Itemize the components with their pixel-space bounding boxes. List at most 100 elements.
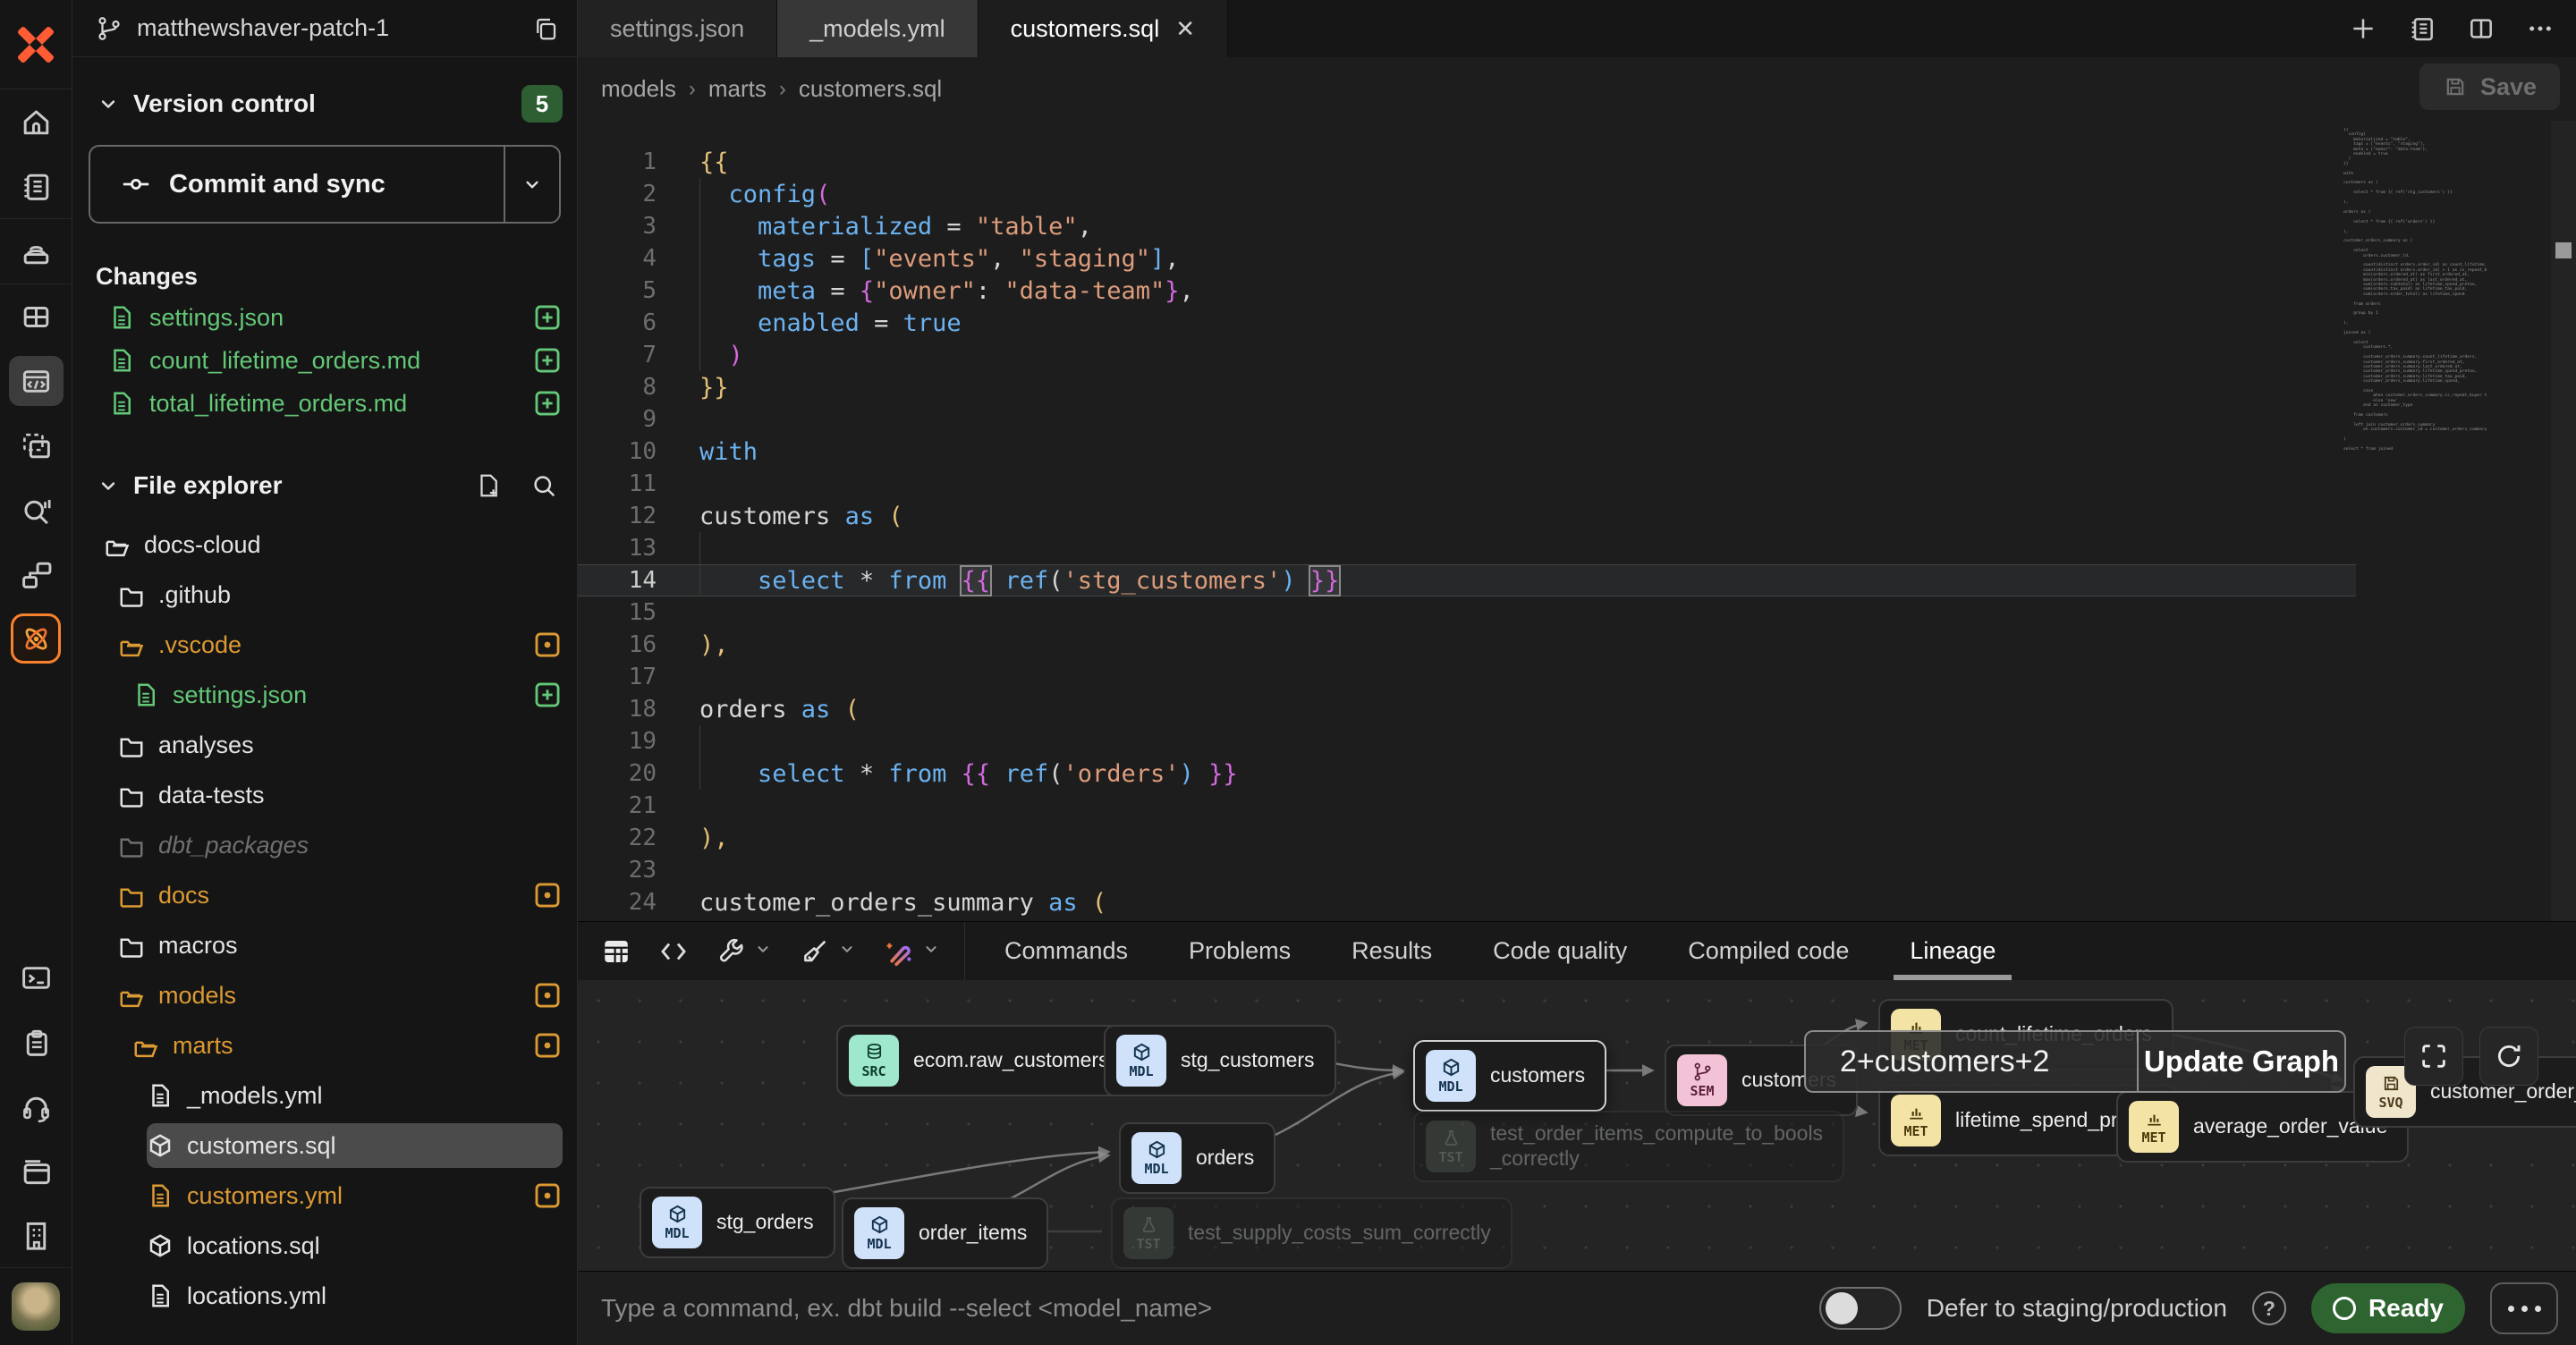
tree-item-locations.yml[interactable]: locations.yml xyxy=(72,1271,577,1321)
home-icon[interactable] xyxy=(0,89,72,154)
code-line-11[interactable]: 11 xyxy=(578,468,2356,500)
chevron-down-icon[interactable] xyxy=(837,939,857,959)
code-preview-icon[interactable] xyxy=(658,936,689,967)
window-select-icon[interactable] xyxy=(0,413,72,478)
tree-item-marts[interactable]: marts xyxy=(72,1020,577,1070)
copilot-atom-icon[interactable] xyxy=(0,606,72,671)
dbt-logo[interactable] xyxy=(0,0,72,89)
panel-tab-Commands[interactable]: Commands xyxy=(974,922,1158,981)
lineage-node-order_items[interactable]: MDLorder_items xyxy=(842,1197,1048,1269)
code-line-24[interactable]: 24customer_orders_summary as ( xyxy=(578,886,2356,918)
version-control-header[interactable]: Version control 5 xyxy=(72,75,577,132)
branch-row[interactable]: matthewshaver-patch-1 xyxy=(72,0,577,57)
update-graph-button[interactable]: Update Graph xyxy=(2137,1032,2344,1091)
flow-icon[interactable] xyxy=(0,542,72,606)
code-line-10[interactable]: 10with xyxy=(578,436,2356,468)
file-explorer-header[interactable]: File explorer xyxy=(72,457,577,514)
commit-and-sync-button[interactable]: Commit and sync xyxy=(89,145,561,224)
breadcrumb[interactable]: models›marts›customers.sql xyxy=(601,75,942,103)
help-icon[interactable]: ? xyxy=(2252,1291,2286,1325)
tab-customers.sql[interactable]: customers.sql✕ xyxy=(979,0,1228,57)
changed-file[interactable]: total_lifetime_orders.md xyxy=(72,382,577,425)
results-table-icon[interactable] xyxy=(601,936,631,967)
browser-stack-icon[interactable] xyxy=(0,1138,72,1203)
more-options-icon[interactable] xyxy=(2526,14,2555,43)
copy-icon[interactable] xyxy=(532,15,559,42)
defer-toggle[interactable] xyxy=(1819,1287,1902,1330)
panel-tab-Code quality[interactable]: Code quality xyxy=(1462,922,1657,981)
tree-item-models[interactable]: models xyxy=(72,970,577,1020)
journal-icon[interactable] xyxy=(0,154,72,218)
code-line-12[interactable]: 12customers as ( xyxy=(578,500,2356,532)
code-line-5[interactable]: 5 meta = {"owner": "data-team"}, xyxy=(578,275,2356,307)
tree-item-dbt_packages[interactable]: dbt_packages xyxy=(72,820,577,870)
journal-icon[interactable] xyxy=(2408,14,2436,43)
changed-file[interactable]: count_lifetime_orders.md xyxy=(72,339,577,382)
tree-item-_models.yml[interactable]: _models.yml xyxy=(72,1070,577,1121)
tree-item-macros[interactable]: macros xyxy=(72,920,577,970)
lineage-node-customers[interactable]: MDLcustomers xyxy=(1413,1040,1606,1112)
tree-item-data-tests[interactable]: data-tests xyxy=(72,770,577,820)
terminal-icon[interactable] xyxy=(0,945,72,1010)
changed-file[interactable]: settings.json xyxy=(72,296,577,339)
code-line-14[interactable]: 14 select * from {{ ref('stg_customers')… xyxy=(578,564,2356,596)
breadcrumb-item[interactable]: customers.sql xyxy=(799,75,942,103)
tree-item-analyses[interactable]: analyses xyxy=(72,720,577,770)
fullscreen-button[interactable] xyxy=(2404,1027,2463,1086)
code-line-13[interactable]: 13 xyxy=(578,532,2356,564)
tree-item-.vscode[interactable]: .vscode xyxy=(72,620,577,670)
command-input[interactable]: Type a command, ex. dbt build --select <… xyxy=(601,1294,1794,1323)
tree-item-customers.sql[interactable]: customers.sql xyxy=(72,1121,577,1171)
search-icon[interactable] xyxy=(530,472,557,499)
ready-status-badge[interactable]: Ready xyxy=(2311,1283,2465,1333)
fix-magic-pen-button[interactable] xyxy=(884,936,941,967)
close-tab-icon[interactable]: ✕ xyxy=(1175,15,1195,43)
lineage-node-customer_order_metrics[interactable]: SVQcustomer_order_metrics xyxy=(2353,1056,2576,1128)
code-line-8[interactable]: 8}} xyxy=(578,371,2356,403)
code-line-21[interactable]: 21 xyxy=(578,790,2356,822)
tree-item-customers.yml[interactable]: customers.yml xyxy=(72,1171,577,1221)
editor-scrollbar[interactable] xyxy=(2551,121,2576,921)
chevron-down-icon[interactable] xyxy=(753,939,773,959)
tree-item-locations.sql[interactable]: locations.sql xyxy=(72,1221,577,1271)
lineage-canvas[interactable]: SRCecom.raw_customersMDLstg_customersMDL… xyxy=(578,980,2576,1271)
code-line-1[interactable]: 1{{ xyxy=(578,146,2356,178)
user-avatar[interactable] xyxy=(0,1268,72,1345)
stage-file-icon[interactable] xyxy=(532,345,563,376)
code-line-2[interactable]: 2 config( xyxy=(578,178,2356,210)
lineage-node-test_order_items_compute_to_bools[interactable]: TSTtest_order_items_compute_to_bools_cor… xyxy=(1413,1111,1844,1182)
code-line-20[interactable]: 20 select * from {{ ref('orders') }} xyxy=(578,757,2356,790)
tab-_models.yml[interactable]: _models.yml xyxy=(777,0,979,57)
code-editor[interactable]: 1{{2 config(3 materialized = "table",4 t… xyxy=(578,121,2576,921)
inbox-icon[interactable] xyxy=(0,219,72,283)
code-line-16[interactable]: 16), xyxy=(578,629,2356,661)
new-file-icon[interactable] xyxy=(475,472,502,499)
code-line-19[interactable]: 19 xyxy=(578,725,2356,757)
code-line-3[interactable]: 3 materialized = "table", xyxy=(578,210,2356,242)
code-line-23[interactable]: 23 xyxy=(578,854,2356,886)
tree-item-settings.json[interactable]: settings.json xyxy=(72,670,577,720)
split-editor-icon[interactable] xyxy=(2467,14,2496,43)
code-line-4[interactable]: 4 tags = ["events", "staging"], xyxy=(578,242,2356,275)
lineage-node-test_supply_costs_sum_correctly[interactable]: TSTtest_supply_costs_sum_correctly xyxy=(1111,1197,1513,1269)
code-line-22[interactable]: 22), xyxy=(578,822,2356,854)
search-insights-icon[interactable] xyxy=(0,478,72,542)
code-line-9[interactable]: 9 xyxy=(578,403,2356,436)
more-actions-button[interactable] xyxy=(2490,1282,2558,1334)
minimap[interactable]: {{ config( materialized = "table", tags … xyxy=(2343,128,2487,452)
refresh-graph-button[interactable] xyxy=(2479,1027,2538,1086)
code-editor-icon[interactable] xyxy=(0,349,72,413)
chevron-down-icon[interactable] xyxy=(921,939,941,959)
panel-tab-Results[interactable]: Results xyxy=(1321,922,1462,981)
tree-item-docs[interactable]: docs xyxy=(72,870,577,920)
headset-icon[interactable] xyxy=(0,1074,72,1138)
lineage-selector-input[interactable]: 2+customers+2 xyxy=(1806,1032,2137,1091)
save-button[interactable]: Save xyxy=(2419,63,2560,110)
lineage-node-orders[interactable]: MDLorders xyxy=(1119,1122,1275,1194)
code-line-7[interactable]: 7 ) xyxy=(578,339,2356,371)
panel-tab-Lineage[interactable]: Lineage xyxy=(1879,922,2026,981)
commit-options-dropdown[interactable] xyxy=(504,147,559,222)
code-line-6[interactable]: 6 enabled = true xyxy=(578,307,2356,339)
code-line-15[interactable]: 15 xyxy=(578,596,2356,629)
tree-item-.github[interactable]: .github xyxy=(72,570,577,620)
